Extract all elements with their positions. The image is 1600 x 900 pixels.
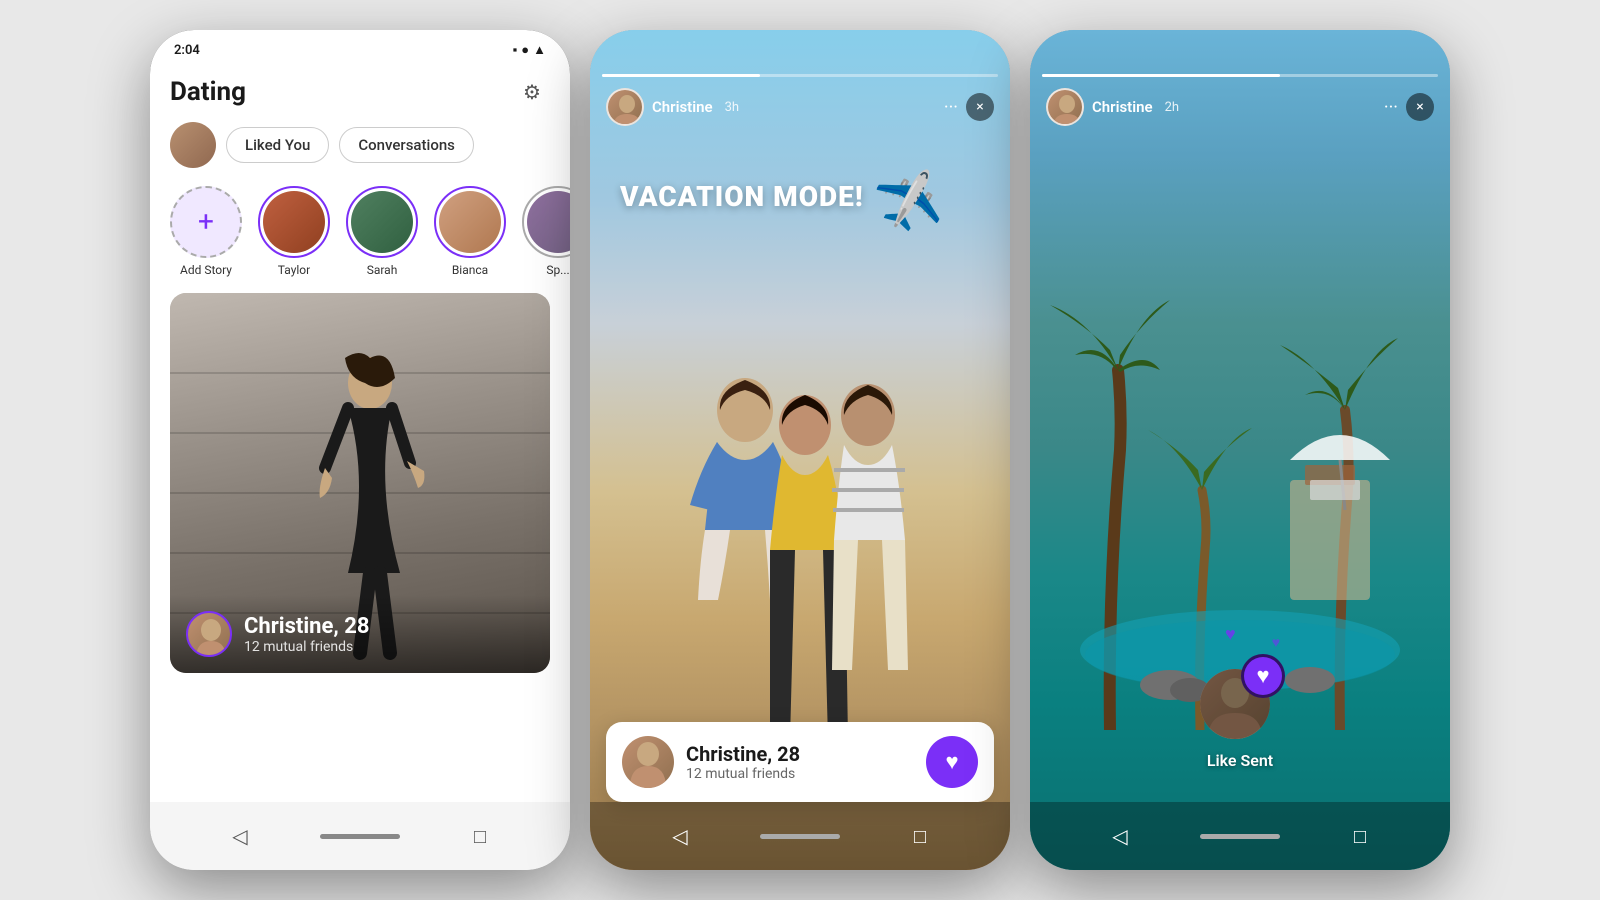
profile-info-text: Christine, 28 12 mutual friends [244, 614, 370, 655]
home-pill-2[interactable] [760, 834, 840, 839]
square-button-1[interactable]: □ [460, 816, 500, 856]
dating-header: Dating ⚙ [150, 64, 570, 118]
close-button-3[interactable]: × [1406, 93, 1434, 121]
close-button-2[interactable]: × [966, 93, 994, 121]
tabs-row: Liked You Conversations [150, 118, 570, 180]
back-button-3[interactable]: ◁ [1100, 816, 1140, 856]
bianca-label: Bianca [452, 263, 488, 277]
phone-1: 2:04 ▪ ● ▲ Dating ⚙ Liked You Conversati… [150, 30, 570, 870]
like-button-2[interactable]: ♥ [926, 736, 978, 788]
card-name-2: Christine, 28 [686, 742, 914, 766]
add-story-label: Add Story [180, 263, 232, 277]
phones-container: 2:04 ▪ ● ▲ Dating ⚙ Liked You Conversati… [130, 0, 1470, 900]
phone-1-screen: 2:04 ▪ ● ▲ Dating ⚙ Liked You Conversati… [150, 30, 570, 870]
story-username-2: Christine [652, 98, 713, 116]
sp-label: Sp... [546, 263, 569, 277]
story-actions-3: ··· × [1384, 93, 1434, 121]
signal-icon: ● [521, 42, 529, 58]
add-story-item[interactable]: + Add Story [170, 186, 242, 277]
status-time-1: 2:04 [174, 43, 200, 58]
stories-row: + Add Story Taylor Sarah [150, 180, 570, 289]
profile-card[interactable]: Christine, 28 12 mutual friends [170, 293, 550, 673]
conversations-tab[interactable]: Conversations [339, 127, 474, 163]
card-avatar-2 [622, 736, 674, 788]
add-story-plus-icon: + [198, 208, 214, 236]
card-mutual-2: 12 mutual friends [686, 766, 914, 782]
taylor-avatar-ring [258, 186, 330, 258]
more-options-button-2[interactable]: ··· [944, 97, 958, 118]
nav-bar-3: ◁ □ [1030, 802, 1450, 870]
square-button-3[interactable]: □ [1340, 816, 1380, 856]
profile-info-avatar [186, 611, 232, 657]
story-user-avatar-2 [606, 88, 644, 126]
story-sarah[interactable]: Sarah [346, 186, 418, 277]
settings-button[interactable]: ⚙ [514, 74, 550, 110]
sarah-avatar-ring [346, 186, 418, 258]
story-progress-2 [602, 74, 998, 77]
wifi-icon: ▲ [533, 42, 546, 58]
floating-heart-icon: ♥ [1225, 624, 1236, 645]
like-sent-label: Like Sent [1207, 751, 1273, 770]
story-sp[interactable]: Sp... [522, 186, 570, 277]
sp-avatar-ring [522, 186, 570, 258]
palm-trees-svg [1030, 30, 1450, 730]
profile-name-1: Christine, 28 [244, 614, 370, 639]
story-user-avatar-3 [1046, 88, 1084, 126]
bianca-avatar-ring [434, 186, 506, 258]
story-actions-2: ··· × [944, 93, 994, 121]
story-bianca[interactable]: Bianca [434, 186, 506, 277]
battery-icon: ▪ [513, 42, 518, 58]
phone-2: Christine 3h ··· × VACATION MODE! ✈️ [590, 30, 1010, 870]
phone-3-screen: Christine 2h ··· × ♥ ♥ [1030, 30, 1450, 870]
like-sent-heart-button: ♥ [1241, 654, 1285, 698]
card-info-2: Christine, 28 12 mutual friends [686, 742, 914, 782]
home-pill-1[interactable] [320, 834, 400, 839]
status-bar-1: 2:04 ▪ ● ▲ [150, 30, 570, 64]
nav-bar-2: ◁ □ [590, 802, 1010, 870]
home-pill-3[interactable] [1200, 834, 1280, 839]
story-time-2: 3h [725, 100, 739, 115]
story-taylor[interactable]: Taylor [258, 186, 330, 277]
taylor-avatar [263, 191, 325, 253]
sarah-label: Sarah [367, 263, 398, 277]
story-user-info-2: Christine 3h [606, 88, 739, 126]
story-top-bar-3: Christine 2h ··· × [1030, 80, 1450, 134]
story-username-3: Christine [1092, 98, 1153, 116]
vacation-mode-text: VACATION MODE! [620, 180, 864, 213]
dating-title: Dating [170, 77, 246, 107]
story-user-info-3: Christine 2h [1046, 88, 1179, 126]
profile-card-bottom-2[interactable]: Christine, 28 12 mutual friends ♥ [606, 722, 994, 802]
like-sent-overlay: ♥ ♥ ♥ Like Sent [1030, 659, 1450, 770]
story-progress-fill-2 [602, 74, 760, 77]
add-story-avatar[interactable]: + [170, 186, 242, 258]
status-icons-1: ▪ ● ▲ [513, 42, 546, 58]
sarah-avatar [351, 191, 413, 253]
like-sent-avatar-wrap: ♥ ♥ ♥ [1200, 659, 1280, 739]
liked-you-tab[interactable]: Liked You [226, 127, 329, 163]
user-avatar[interactable] [170, 122, 216, 168]
floating-heart-icon-2: ♥ [1272, 634, 1280, 651]
nav-bar-1: ◁ □ [150, 802, 570, 870]
square-button-2[interactable]: □ [900, 816, 940, 856]
cabana-svg [1280, 410, 1400, 510]
story-time-3: 2h [1165, 100, 1179, 115]
sp-avatar [527, 191, 570, 253]
more-options-button-3[interactable]: ··· [1384, 97, 1398, 118]
profile-mutual-1: 12 mutual friends [244, 639, 370, 655]
story-progress-3 [1042, 74, 1438, 77]
gear-icon: ⚙ [523, 80, 541, 104]
story-progress-fill-3 [1042, 74, 1280, 77]
phone-2-screen: Christine 3h ··· × VACATION MODE! ✈️ [590, 30, 1010, 870]
back-button-2[interactable]: ◁ [660, 816, 700, 856]
phone-3: Christine 2h ··· × ♥ ♥ [1030, 30, 1450, 870]
profile-info-bar: Christine, 28 12 mutual friends [170, 595, 550, 673]
bianca-avatar [439, 191, 501, 253]
women-figures [590, 250, 1010, 750]
story-top-bar-2: Christine 3h ··· × [590, 80, 1010, 134]
back-button-1[interactable]: ◁ [220, 816, 260, 856]
taylor-label: Taylor [278, 263, 310, 277]
